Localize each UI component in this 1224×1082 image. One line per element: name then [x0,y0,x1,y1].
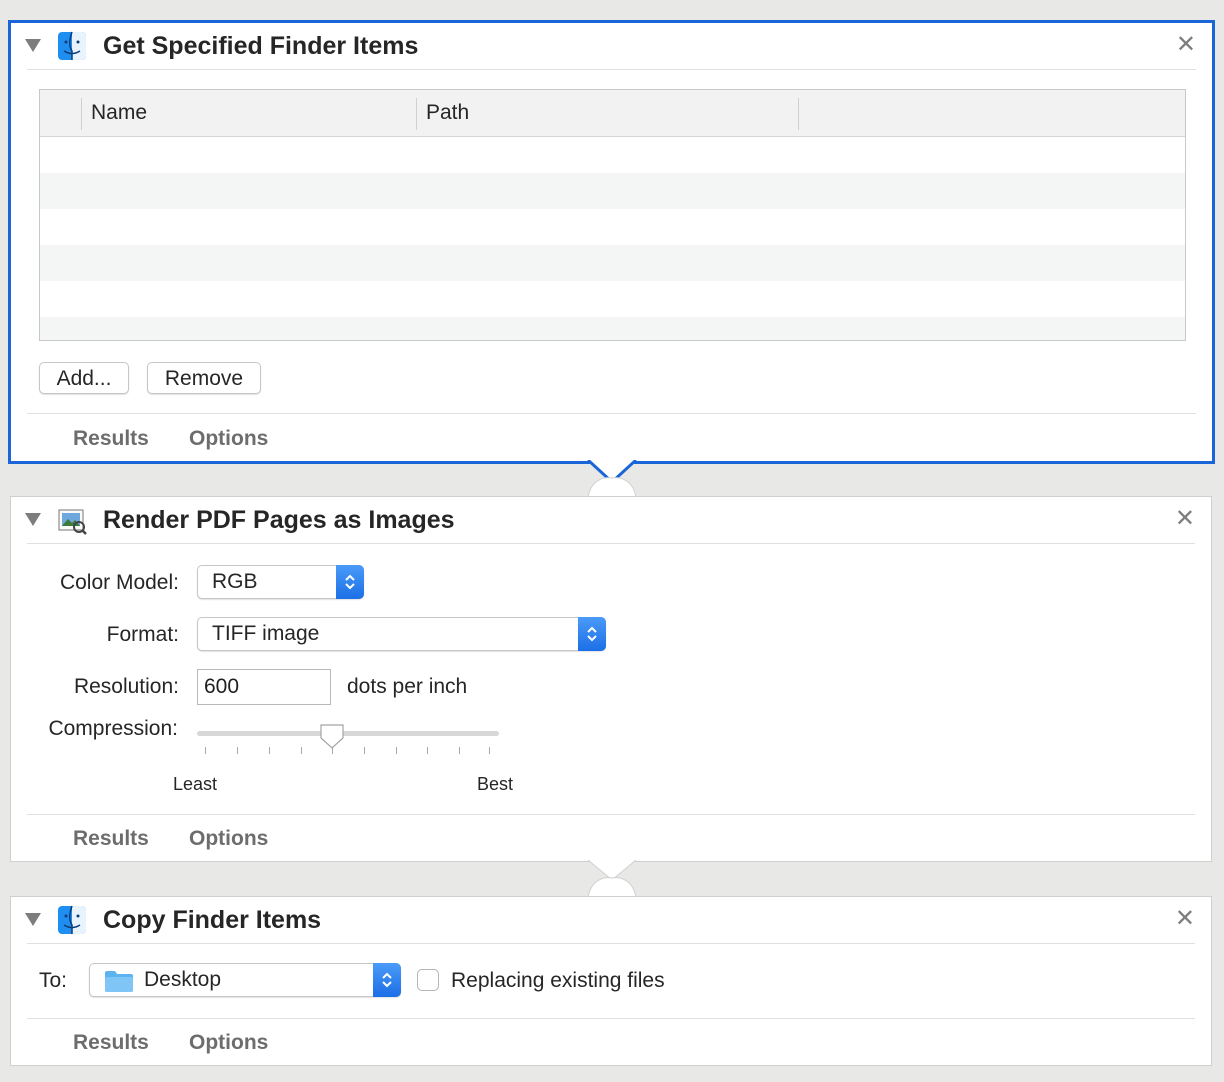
results-tab[interactable]: Results [73,827,149,851]
divider [27,543,1195,544]
options-tab[interactable]: Options [189,427,268,451]
action-connector [587,860,637,899]
resolution-label: Resolution: [73,675,179,698]
table-header: Name Path [40,90,1185,137]
close-icon[interactable]: ✕ [1175,907,1195,931]
slider-tick [364,747,365,754]
slider-tick [269,747,270,754]
format-label: Format: [106,623,179,646]
slider-tick [427,747,428,754]
close-icon[interactable]: ✕ [1175,507,1195,531]
action-title: Render PDF Pages as Images [103,506,455,534]
divider [27,1018,1195,1019]
color-model-label: Color Model: [59,571,179,594]
disclosure-triangle-icon[interactable] [25,913,41,926]
slider-tick [301,747,302,754]
column-separator [416,98,417,130]
slider-knob[interactable] [319,723,345,751]
options-tab[interactable]: Options [189,827,268,851]
action-header: Render PDF Pages as Images ✕ [11,497,1211,545]
slider-tick [489,747,490,754]
divider [27,814,1195,815]
destination-popup[interactable]: Desktop [89,963,401,997]
slider-tick [237,747,238,754]
action-title: Copy Finder Items [103,906,322,934]
finder-items-table[interactable]: Name Path [39,89,1186,341]
destination-value: Desktop [144,968,222,991]
format-value: TIFF image [212,622,320,645]
slider-tick [205,747,206,754]
finder-icon [58,905,86,934]
compression-slider[interactable] [197,723,501,759]
color-model-popup[interactable]: RGB [197,565,364,599]
results-tab[interactable]: Results [73,1031,149,1055]
divider [27,69,1196,70]
disclosure-triangle-icon[interactable] [25,513,41,526]
table-row[interactable] [40,173,1185,209]
slider-track [197,731,499,736]
slider-min-label: Least [173,774,218,794]
close-icon[interactable]: ✕ [1176,33,1196,57]
resolution-unit-label: dots per inch [347,675,468,698]
table-row[interactable] [40,245,1185,281]
action-get-specified-finder-items[interactable]: Get Specified Finder Items ✕ Name Path A… [8,20,1215,464]
table-row[interactable] [40,317,1185,340]
column-header-path[interactable]: Path [426,90,469,136]
action-render-pdf-pages-as-images[interactable]: Render PDF Pages as Images ✕ Color Model… [10,496,1212,862]
action-copy-finder-items[interactable]: Copy Finder Items ✕ To: Desktop Replacin… [10,896,1212,1066]
options-tab[interactable]: Options [189,1031,268,1055]
format-popup[interactable]: TIFF image [197,617,606,651]
action-header: Get Specified Finder Items ✕ [11,23,1212,71]
finder-icon [58,31,86,60]
table-row[interactable] [40,281,1185,317]
slider-max-label: Best [477,774,514,794]
column-header-name[interactable]: Name [91,90,147,136]
column-separator [81,98,82,130]
folder-icon [105,971,133,992]
slider-tick [396,747,397,754]
popup-arrows-icon [336,565,364,599]
slider-tick [459,747,460,754]
action-connector [586,460,638,499]
table-row[interactable] [40,137,1185,173]
table-row[interactable] [40,209,1185,245]
add-button[interactable]: Add... [39,362,129,394]
to-label: To: [39,969,68,992]
color-model-value: RGB [212,570,258,593]
resolution-field[interactable]: 600 [197,669,331,705]
action-header: Copy Finder Items ✕ [11,897,1211,945]
remove-button[interactable]: Remove [147,362,261,394]
replacing-existing-files-checkbox[interactable] [417,969,439,991]
results-tab[interactable]: Results [73,427,149,451]
replacing-existing-files-label[interactable]: Replacing existing files [451,969,665,993]
preview-image-icon [58,509,87,535]
compression-label: Compression: [48,717,178,740]
divider [27,943,1195,944]
disclosure-triangle-icon[interactable] [25,39,41,52]
column-separator [798,98,799,130]
popup-arrows-icon [578,617,606,651]
divider [27,413,1196,414]
popup-arrows-icon [373,963,401,997]
action-title: Get Specified Finder Items [103,32,419,60]
